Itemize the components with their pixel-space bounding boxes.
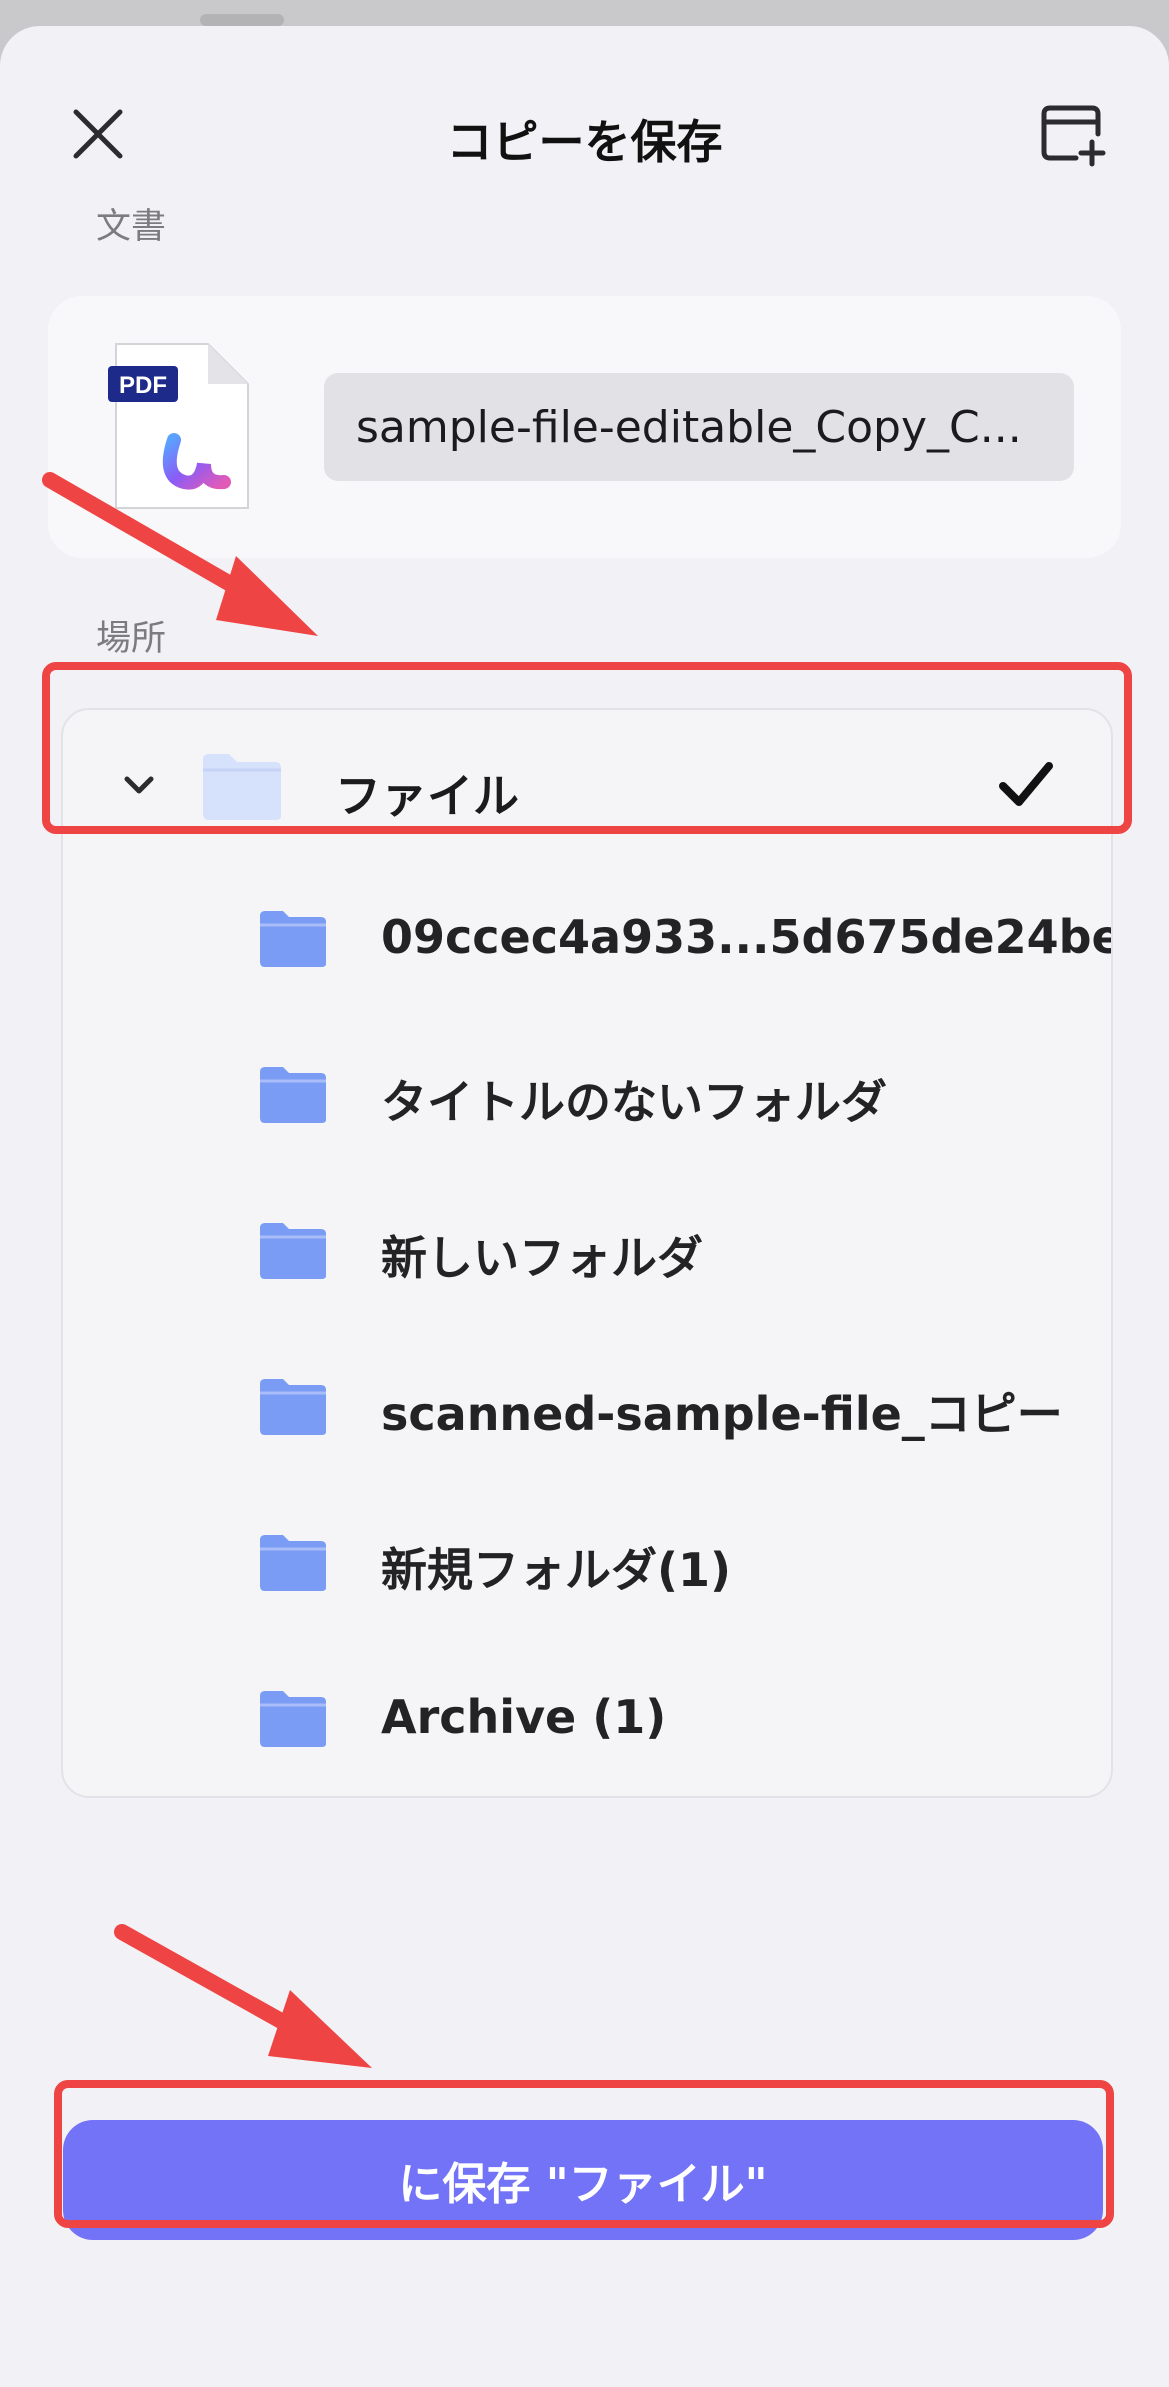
folder-row[interactable]: scanned-sample-file_コピー [63, 1328, 1111, 1484]
pdf-file-icon: PDF [108, 336, 256, 516]
folder-row[interactable]: 新しいフォルダ [63, 1172, 1111, 1328]
svg-text:PDF: PDF [119, 372, 167, 399]
folder-label: scanned-sample-file_コピー [381, 1387, 1063, 1441]
new-folder-button[interactable] [1036, 98, 1108, 170]
folder-label: 09ccec4a933...5d675de24be [381, 910, 1113, 964]
sheet-grabber[interactable] [200, 14, 284, 26]
folder-label: 新規フォルダ(1) [381, 1543, 732, 1597]
file-name-field[interactable]: sample-file-editable_Copy_C... [324, 373, 1074, 481]
folder-icon [260, 911, 326, 967]
folder-icon [260, 1535, 326, 1591]
location-section-label: 場所 [96, 619, 167, 659]
folder-icon [260, 1691, 326, 1747]
location-root-highlight [42, 662, 1132, 834]
save-copy-sheet: コピーを保存 文書 PDF sample-file-editable_Copy_… [0, 26, 1169, 2387]
document-card: PDF sample-file-editable_Copy_C... [48, 296, 1121, 558]
folder-icon [260, 1223, 326, 1279]
folder-row[interactable]: Archive (1) [63, 1640, 1111, 1796]
new-folder-icon [1041, 105, 1106, 167]
folder-label: Archive (1) [381, 1690, 667, 1744]
folder-icon [260, 1067, 326, 1123]
folder-label: 新しいフォルダ [381, 1231, 703, 1285]
location-tree: ファイル 09ccec4a933...5d675de24be タイトルのないフォル… [61, 708, 1113, 1798]
sheet-title: コピーを保存 [446, 115, 723, 169]
folder-label: タイトルのないフォルダ [381, 1075, 887, 1129]
folder-row[interactable]: タイトルのないフォルダ [63, 1016, 1111, 1172]
save-button-highlight [54, 2080, 1114, 2228]
folder-icon [260, 1379, 326, 1435]
document-section-label: 文書 [96, 207, 167, 247]
folder-row[interactable]: 09ccec4a933...5d675de24be [63, 860, 1111, 1016]
folder-row[interactable]: 新規フォルダ(1) [63, 1484, 1111, 1640]
